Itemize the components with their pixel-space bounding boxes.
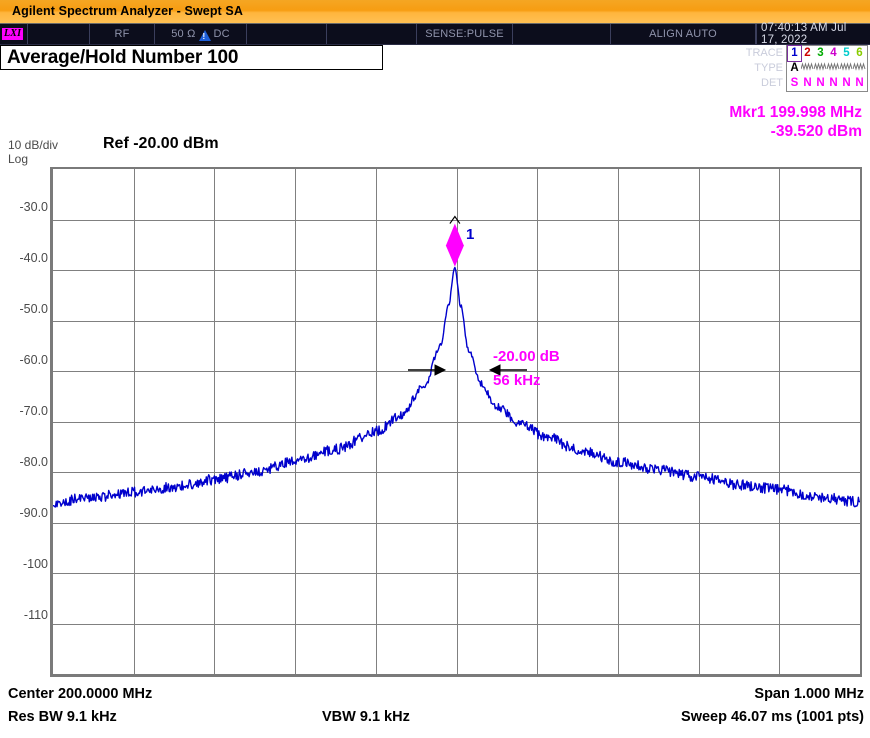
warning-triangle-icon: [199, 30, 211, 41]
status-cell-blank-4: [513, 24, 611, 44]
detector-2[interactable]: N: [801, 76, 814, 91]
sweep-label[interactable]: Sweep 46.07 ms (1001 pts): [681, 709, 864, 725]
marker-readout: Mkr1 199.998 MHz -39.520 dBm: [729, 103, 862, 141]
trigger-label: Trig: Free Run: [393, 65, 485, 84]
det-row-label: DET: [746, 76, 783, 91]
bandwidth-annotation: -20.00 dB 56 kHz: [493, 345, 560, 393]
trace-type-4[interactable]: [827, 61, 840, 77]
center-frequency-label[interactable]: Center 200.0000 MHz: [8, 686, 152, 702]
trace-number-6[interactable]: 6: [853, 46, 866, 61]
datetime-display: 07:40:13 AM Jul 17, 2022: [756, 24, 870, 44]
trace-type-6[interactable]: [853, 61, 866, 77]
trigger-atten-group: Trig: Free Run Atten: 6 dB: [393, 65, 485, 103]
measurement-footer: Center 200.0000 MHz Span 1.000 MHz Res B…: [0, 684, 870, 738]
trace-type-5[interactable]: [840, 61, 853, 77]
trace-number-1[interactable]: 1: [788, 46, 801, 61]
rf-input-status: RF: [90, 24, 155, 44]
detector-3[interactable]: N: [814, 76, 827, 91]
avg-hold-label: Avg|Hold: 100/100: [556, 84, 678, 103]
sense-status: SENSE:PULSE: [417, 24, 513, 44]
trace-row-label: TRACE: [746, 46, 783, 61]
y-tick-label: -80.0: [4, 455, 48, 469]
detector-row[interactable]: S N N N N N: [788, 76, 866, 91]
bandwidth-db-label: -20.00 dB: [493, 345, 560, 369]
trace-table-row-labels: TRACE TYPE DET: [746, 45, 786, 92]
marker-frequency: Mkr1 199.998 MHz: [729, 103, 862, 122]
y-axis-labels: -30.0 -40.0 -50.0 -60.0 -70.0 -80.0 -90.…: [0, 0, 48, 738]
spectrum-trace-1: [53, 267, 860, 507]
reference-level-label: Ref -20.00 dBm: [103, 135, 219, 153]
attenuation-label: Atten: 6 dB: [393, 84, 485, 103]
y-tick-label: -110: [4, 608, 48, 622]
res-bw-label[interactable]: Res BW 9.1 kHz: [8, 709, 117, 725]
y-tick-label: -40.0: [4, 251, 48, 265]
status-cell-blank-2: [247, 24, 327, 44]
trace-type-2[interactable]: [801, 61, 814, 77]
y-tick-label: -50.0: [4, 302, 48, 316]
marker-amplitude: -39.520 dBm: [729, 122, 862, 141]
trace-type-row[interactable]: A: [788, 61, 866, 76]
y-tick-label: -70.0: [4, 404, 48, 418]
detector-6[interactable]: N: [853, 76, 866, 91]
pno-ifgain-group: PNO: Wide IFGain:Low: [243, 67, 347, 95]
average-group: Avg Type: Log-Pwr Avg|Hold: 100/100: [556, 65, 678, 103]
span-label[interactable]: Span 1.000 MHz: [754, 686, 864, 702]
impedance-label: 50 Ω: [171, 28, 195, 40]
trace-table-grid[interactable]: 1 2 3 4 5 6 A S N N N N N: [786, 45, 868, 92]
align-status: ALIGN AUTO: [611, 24, 756, 44]
type-row-label: TYPE: [746, 61, 783, 76]
average-hold-banner: Average/Hold Number 100: [0, 45, 383, 70]
instrument-status-bar: LXI RF 50 Ω DC SENSE:PULSE ALIGN AUTO 07…: [0, 24, 870, 45]
detector-1[interactable]: S: [788, 76, 801, 91]
trace-type-3[interactable]: [814, 61, 827, 77]
trace-number-4[interactable]: 4: [827, 46, 840, 61]
trace-number-5[interactable]: 5: [840, 46, 853, 61]
status-cell-blank-3: [327, 24, 417, 44]
ifgain-label: IFGain:Low: [243, 81, 347, 95]
y-tick-label: -30.0: [4, 200, 48, 214]
avg-type-label: Avg Type: Log-Pwr: [556, 65, 678, 84]
coupling-label: DC: [214, 28, 230, 40]
window-title-bar: Agilent Spectrum Analyzer - Swept SA: [0, 0, 870, 24]
marker-1-number-label: 1: [466, 226, 474, 243]
y-tick-label: -60.0: [4, 353, 48, 367]
trace-number-2[interactable]: 2: [801, 46, 814, 61]
bandwidth-freq-label: 56 kHz: [493, 369, 560, 393]
trace-detector-table[interactable]: TRACE TYPE DET 1 2 3 4 5 6 A S: [746, 45, 868, 92]
y-tick-label: -90.0: [4, 506, 48, 520]
spectrum-plot[interactable]: [50, 167, 862, 677]
vbw-label[interactable]: VBW 9.1 kHz: [322, 709, 410, 725]
double-arrow-icon: [319, 70, 347, 79]
impedance-coupling-status: 50 Ω DC: [155, 24, 247, 44]
trace-number-3[interactable]: 3: [814, 46, 827, 61]
trace-number-row[interactable]: 1 2 3 4 5 6: [788, 46, 866, 61]
detector-4[interactable]: N: [827, 76, 840, 91]
plot-canvas: [53, 169, 860, 674]
y-tick-label: -100: [4, 557, 48, 571]
trace-type-1[interactable]: A: [788, 61, 801, 76]
detector-5[interactable]: N: [840, 76, 853, 91]
marker-1-diamond[interactable]: [446, 217, 464, 267]
